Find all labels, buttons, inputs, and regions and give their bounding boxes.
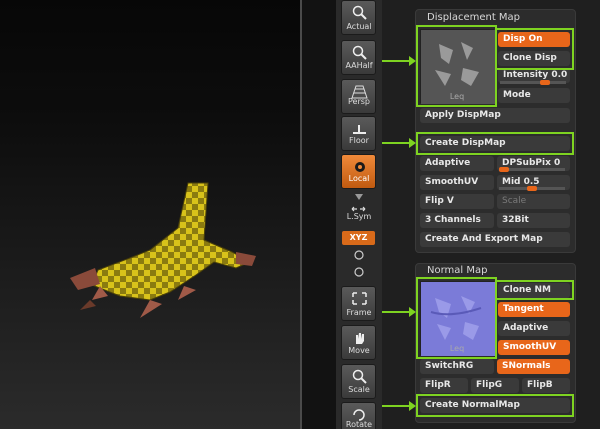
apply-dispmap-button[interactable]: Apply DispMap [420, 108, 570, 123]
dpsubpix-track[interactable] [499, 167, 565, 172]
magnifier-icon [352, 45, 367, 60]
magnifier-icon [352, 369, 367, 384]
flipb-button[interactable]: FlipB [522, 378, 570, 393]
mid-knob[interactable] [527, 186, 537, 191]
viewport[interactable] [0, 0, 300, 429]
frame-icon [352, 292, 367, 305]
flipg-button[interactable]: FlipG [471, 378, 519, 393]
snormals-button[interactable]: SNormals [497, 359, 570, 374]
intensity-knob[interactable] [540, 80, 550, 85]
adaptive-button[interactable]: Adaptive [420, 156, 494, 171]
local-button[interactable] [341, 154, 376, 189]
local-label: Local [348, 174, 370, 183]
persp-label: Persp [348, 97, 370, 106]
switchrg-button[interactable]: SwitchRG [420, 359, 494, 374]
rotate-z-icon [354, 267, 364, 277]
actual-label: Actual [346, 22, 372, 31]
scale-label: Scale [348, 385, 370, 394]
adaptive-nm-button[interactable]: Adaptive [498, 321, 570, 336]
mid-track[interactable] [499, 186, 565, 191]
hand-icon [356, 333, 364, 344]
tangent-button[interactable]: Tangent [498, 302, 570, 317]
intensity-value: 0.0 [551, 70, 568, 80]
rotate-label: Rotate [345, 420, 373, 429]
32bit-button[interactable]: 32Bit [497, 213, 570, 228]
aahalf-label: AAHalf [345, 61, 373, 70]
local-rotate-icon [355, 162, 365, 172]
floor-label: Floor [349, 136, 369, 145]
rotate-y-icon [354, 250, 364, 260]
scale-slider[interactable]: Scale [497, 194, 570, 209]
magnifier-icon [352, 5, 367, 20]
intensity-track[interactable] [500, 80, 566, 85]
xyz-button[interactable]: XYZ [342, 231, 375, 245]
dpsubpix-value: 0 [554, 158, 561, 168]
clone-disp-button[interactable]: Clone Disp [498, 51, 570, 66]
displacement-map-title: Displacement Map [427, 12, 521, 23]
clone-nm-button[interactable]: Clone NM [498, 283, 570, 298]
dpsubpix-knob[interactable] [499, 167, 509, 172]
create-normalmap-button[interactable]: Create NormalMap [420, 398, 570, 413]
claw-model [70, 182, 256, 318]
create-export-map-button[interactable]: Create And Export Map [420, 232, 570, 247]
lsym-label: L.Sym [346, 212, 372, 221]
canvas-gap [302, 0, 336, 429]
create-dispmap-button[interactable]: Create DispMap [420, 136, 570, 151]
arrow-to-normal-thumbnail [382, 307, 416, 317]
smoothuv-button[interactable]: SmoothUV [420, 175, 494, 190]
intensity-label: Intensity [503, 70, 549, 80]
flip-v-button[interactable]: Flip V [420, 194, 494, 209]
displacement-thumbnail[interactable]: Leq [420, 29, 495, 104]
displacement-thumb-label: Leq [449, 92, 465, 101]
arrow-to-create-dispmap [382, 138, 416, 148]
arrow-to-create-normalmap [382, 401, 416, 411]
right-shelf: Actual AAHalf Persp Floor Local L.Sym XY… [336, 0, 382, 429]
arrow-to-displacement-thumbnail [382, 56, 416, 66]
mid-label: Mid [502, 177, 521, 187]
smoothuv-nm-button[interactable]: SmoothUV [498, 340, 570, 355]
disp-on-button[interactable]: Disp On [498, 32, 570, 47]
frame-label: Frame [346, 308, 372, 317]
normal-thumb-label: Leq [449, 344, 465, 353]
normal-thumbnail[interactable]: Leq [420, 281, 495, 356]
channels-button[interactable]: 3 Channels [420, 213, 494, 228]
mode-button[interactable]: Mode [498, 88, 570, 103]
dpsubpix-label: DPSubPix [502, 158, 551, 168]
floor-grid-icon [353, 125, 366, 134]
move-label: Move [348, 346, 370, 355]
normal-map-title: Normal Map [427, 265, 488, 276]
flipr-button[interactable]: FlipR [420, 378, 468, 393]
floor-button[interactable] [341, 116, 376, 151]
